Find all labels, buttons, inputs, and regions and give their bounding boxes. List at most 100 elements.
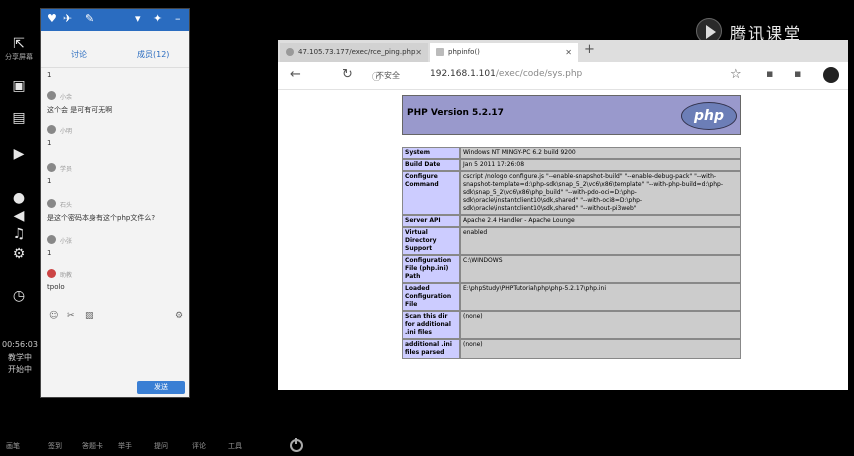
- download-button[interactable]: ◷: [4, 288, 34, 304]
- send-button[interactable]: 发送: [137, 381, 185, 394]
- avatar: [47, 269, 56, 278]
- tab-discussion[interactable]: 讨论: [71, 49, 87, 60]
- music-note-icon: ♫: [12, 226, 26, 242]
- taskbar-item-question[interactable]: 提问: [154, 441, 168, 451]
- ppt-icon: ▤: [12, 110, 26, 126]
- message-text: 1: [47, 71, 52, 79]
- emoji-icon[interactable]: ☺: [49, 311, 58, 321]
- list-item: 助教 tpolo: [47, 269, 187, 297]
- camera-button[interactable]: ▣: [4, 78, 34, 94]
- reload-icon[interactable]: ↻: [342, 67, 353, 82]
- row-value: cscript /nologo configure.js "--enable-s…: [460, 171, 741, 215]
- classroom-taskbar: 画笔 签到 答题卡 举手 提问 评论 工具: [0, 436, 854, 456]
- url-host: 192.168.1.101: [430, 69, 496, 79]
- chat-tabs: 讨论 成员(12): [41, 49, 189, 67]
- minimize-icon[interactable]: –: [175, 12, 181, 26]
- chat-toolbar: ☺ ✂ ▨ ⚙: [49, 311, 185, 323]
- page-title: PHP Version 5.2.17: [407, 108, 504, 118]
- share-screen-label: 分享屏幕: [5, 53, 33, 61]
- page-icon: [436, 48, 444, 56]
- row-value: Apache 2.4 Handler - Apache Lounge: [460, 215, 741, 227]
- row-key: additional .ini files parsed: [402, 339, 460, 359]
- video-button[interactable]: ▶: [4, 146, 34, 162]
- share-screen-button[interactable]: ⇱ 分享屏幕: [4, 36, 34, 62]
- message-list[interactable]: 1 小余 这个会 是可有可无啊 小明 1 学员 1 石头 是这个密码本身有这个p…: [41, 69, 189, 299]
- class-timer: 00:56:03: [2, 340, 38, 349]
- new-tab-icon[interactable]: +: [584, 42, 595, 57]
- row-key: Configuration File (php.ini) Path: [402, 255, 460, 283]
- table-row: additional .ini files parsed (none): [402, 339, 741, 359]
- message-text: 这个会 是可有可无啊: [47, 106, 113, 114]
- settings-button[interactable]: ⚙: [4, 246, 34, 262]
- close-icon[interactable]: ✕: [565, 43, 572, 62]
- avatar: [47, 199, 56, 208]
- php-logo: php: [681, 102, 737, 130]
- table-row: Scan this dir for additional .ini files(…: [402, 311, 741, 339]
- insecure-label[interactable]: 不安全: [376, 70, 400, 81]
- browser-navbar: ← ↻ ⓘ 不安全 192.168.1.101/exec/code/sys.ph…: [278, 62, 848, 90]
- phpinfo-table: System Windows NT MINGY-PC 6.2 build 9200…: [402, 147, 741, 359]
- row-key: Virtual Directory Support: [402, 227, 460, 255]
- row-value: (none): [460, 311, 741, 339]
- taskbar-item-raise-hand[interactable]: 举手: [118, 441, 132, 451]
- class-status: 教学中: [8, 353, 32, 362]
- video-icon: ▶: [13, 146, 25, 162]
- row-value: E:\phpStudy\PHPTutorial\php\php-5.2.17\p…: [460, 283, 741, 311]
- browser-tab-rce[interactable]: 47.105.73.177/exec/rce_ping.php ✕: [280, 43, 428, 62]
- row-key: System: [402, 147, 460, 159]
- chat-titlebar: ♥ ✈ ✎ ▾ ✦ –: [41, 9, 189, 31]
- list-item: 小张 1: [47, 235, 187, 263]
- back-arrow-icon[interactable]: ←: [290, 67, 301, 82]
- mic-button[interactable]: ●: [4, 190, 34, 206]
- close-icon[interactable]: ✕: [415, 43, 422, 62]
- url-path: /exec/code/sys.php: [495, 69, 583, 79]
- extension-icon[interactable]: ▪: [766, 67, 773, 80]
- sender-name: 小余: [60, 94, 73, 101]
- camera-icon: ▣: [12, 78, 26, 94]
- table-row: Server API Apache 2.4 Handler - Apache Lo…: [402, 215, 741, 227]
- table-row: System Windows NT MINGY-PC 6.2 build 9200: [402, 147, 741, 159]
- profile-avatar[interactable]: [823, 67, 839, 83]
- chevron-down-icon[interactable]: ▾: [135, 12, 141, 26]
- taskbar-item-comment[interactable]: 评论: [192, 441, 206, 451]
- tab-title: phpinfo(): [448, 48, 480, 56]
- edit-icon[interactable]: ✎: [85, 12, 94, 26]
- taskbar-item-answer-card[interactable]: 答题卡: [82, 441, 103, 451]
- image-icon[interactable]: ▨: [85, 311, 94, 321]
- scissors-icon[interactable]: ✂: [67, 311, 75, 321]
- list-item: 小明 1: [47, 125, 187, 153]
- power-icon[interactable]: [290, 438, 303, 452]
- row-key: Build Date: [402, 159, 460, 171]
- taskbar-item-signin[interactable]: 签到: [48, 441, 62, 451]
- browser-tab-phpinfo[interactable]: phpinfo() ✕: [430, 43, 578, 62]
- page-content[interactable]: PHP Version 5.2.17 php System Windows NT …: [278, 91, 848, 390]
- taskbar-item-pen[interactable]: 画笔: [6, 441, 20, 451]
- address-bar[interactable]: 192.168.1.101/exec/code/sys.php: [430, 69, 582, 79]
- music-button[interactable]: ♫: [4, 226, 34, 242]
- sender-name: 小张: [60, 238, 73, 245]
- browser-window: 47.105.73.177/exec/rce_ping.php ✕ phpinf…: [278, 40, 848, 390]
- row-value: (none): [460, 339, 741, 359]
- gear-icon[interactable]: ⚙: [175, 311, 183, 321]
- taskbar-item-tools[interactable]: 工具: [228, 441, 242, 451]
- star-icon[interactable]: ☆: [730, 67, 742, 82]
- speaker-button[interactable]: ◀: [4, 208, 34, 224]
- phpinfo-header: PHP Version 5.2.17 php: [402, 95, 741, 135]
- avatar: [47, 235, 56, 244]
- table-row: Virtual Directory Support enabled: [402, 227, 741, 255]
- message-text: tpolo: [47, 283, 65, 291]
- extension-icon-2[interactable]: ▪: [794, 67, 801, 80]
- list-item: 1: [47, 71, 187, 83]
- tab-members[interactable]: 成员(12): [137, 49, 169, 60]
- ppt-button[interactable]: ▤: [4, 110, 34, 126]
- row-key: Configure Command: [402, 171, 460, 215]
- tab-title: 47.105.73.177/exec/rce_ping.php: [298, 48, 416, 56]
- share-icon[interactable]: ✈: [63, 12, 72, 26]
- shield-icon: ♥: [47, 12, 57, 25]
- list-item: 石头 是这个密码本身有这个php文件么?: [47, 199, 187, 227]
- clock-icon: ◷: [12, 288, 26, 304]
- table-row: Configuration File (php.ini) Path C:\WIND…: [402, 255, 741, 283]
- pin-icon[interactable]: ✦: [153, 12, 162, 26]
- row-value: C:\WINDOWS: [460, 255, 741, 283]
- sender-name: 学员: [60, 166, 73, 173]
